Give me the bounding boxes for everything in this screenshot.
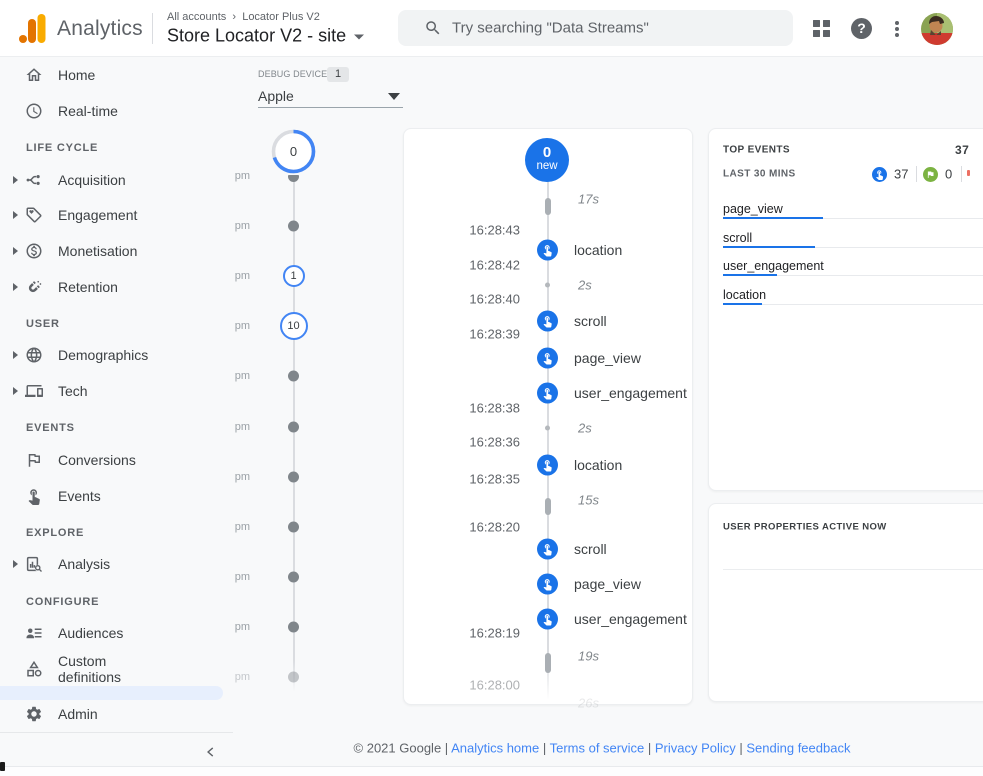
svg-text:0: 0 — [290, 144, 297, 159]
